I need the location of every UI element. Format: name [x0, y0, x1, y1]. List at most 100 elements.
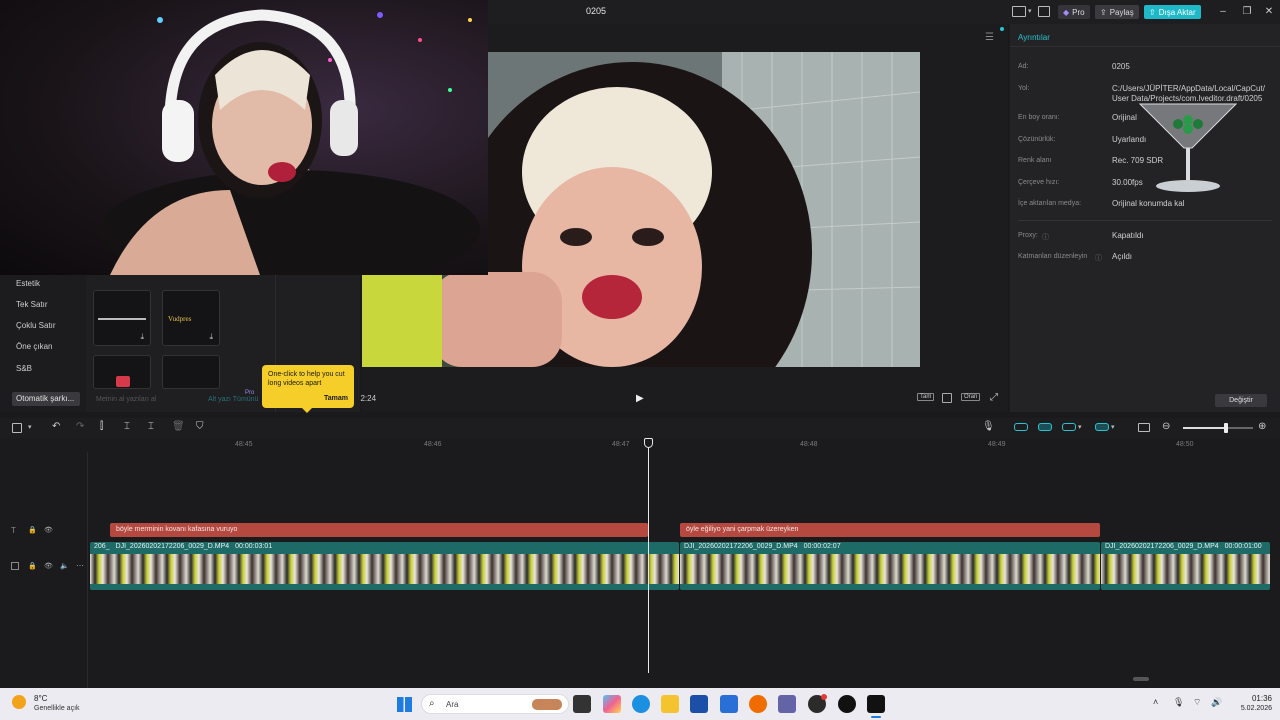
chevron-down-icon[interactable]: ▾: [28, 423, 32, 431]
detail-value-name: 0205: [1112, 62, 1130, 71]
layout-icon[interactable]: [1012, 6, 1026, 17]
eye-icon[interactable]: 👁: [44, 526, 53, 534]
zoom-slider-handle[interactable]: [1224, 423, 1228, 433]
category-auto-lyrics[interactable]: Otomatik şarkı...: [12, 392, 80, 406]
export-button[interactable]: ⇧ Dışa Aktar: [1144, 5, 1201, 19]
video-clip[interactable]: DJI_20260202172206_0029_D.MP4 00:00:02:0…: [680, 542, 1100, 590]
text-clip[interactable]: öyle eğiliyo yani çarpmak üzereyken: [680, 523, 1100, 537]
maximize-icon[interactable]: ❐: [1240, 5, 1254, 19]
detail-value-aspect: Orijinal: [1112, 113, 1137, 122]
clock-date[interactable]: 5.02.2026: [1228, 705, 1272, 712]
horizontal-scrollbar[interactable]: [1133, 677, 1149, 681]
category-single-line[interactable]: Tek Satır: [16, 300, 48, 309]
shield-icon[interactable]: ⛉: [196, 421, 204, 432]
lock-icon[interactable]: 🔒: [28, 526, 37, 534]
windows-start-icon[interactable]: [397, 697, 412, 712]
change-button[interactable]: Değiştir: [1215, 394, 1267, 407]
active-app-indicator: [871, 716, 881, 718]
taskbar-search[interactable]: ⌕ Ara: [421, 694, 569, 714]
category-featured[interactable]: Öne çıkan: [16, 342, 52, 351]
download-icon[interactable]: ⤓: [140, 332, 144, 342]
firefox-icon[interactable]: [749, 695, 767, 713]
chevron-down-icon[interactable]: ▾: [1111, 423, 1115, 431]
zoom-in-icon[interactable]: ⊕: [1258, 421, 1266, 432]
diamond-icon: ◆: [1063, 7, 1070, 17]
template-preview-badge: [116, 376, 130, 387]
play-icon[interactable]: ▶: [636, 393, 644, 404]
more-icon[interactable]: ⋯: [76, 561, 84, 570]
file-explorer-icon[interactable]: [661, 695, 679, 713]
video-thumbnails: [90, 554, 679, 584]
shortcut-icon[interactable]: [1038, 6, 1050, 17]
video-clip[interactable]: DJI_20260202172206_0029_D.MP4 00:00:01:0…: [1101, 542, 1270, 590]
full-quality-button[interactable]: Tam: [917, 393, 935, 401]
weather-icon[interactable]: [12, 695, 26, 709]
split-left-icon[interactable]: ⌶: [124, 421, 130, 432]
store-icon[interactable]: [690, 695, 708, 713]
crop-icon[interactable]: [942, 393, 952, 403]
magnet-icon[interactable]: [1038, 423, 1052, 431]
text-template-thumb[interactable]: [93, 355, 151, 389]
playhead[interactable]: [648, 438, 649, 673]
zoom-slider[interactable]: [1183, 423, 1253, 433]
edge-icon[interactable]: [632, 695, 650, 713]
text-track-icon: T: [11, 526, 16, 535]
tooltip-ok-button[interactable]: Tamam: [324, 394, 348, 403]
link-main-track-icon[interactable]: [1014, 423, 1028, 431]
ruler-tick: 48:46: [424, 441, 442, 448]
search-highlight-icon: [532, 699, 562, 710]
eye-icon[interactable]: 👁: [44, 562, 53, 570]
detail-value-import: Orijinal konumda kal: [1112, 199, 1185, 208]
category-multi-line[interactable]: Çoklu Satır: [16, 321, 56, 330]
outlook-icon[interactable]: [720, 695, 738, 713]
detail-value-layers: Açıldı: [1112, 252, 1133, 261]
library-bottom-link[interactable]: Alt yazı Tümünü: [208, 396, 258, 403]
player-menu-icon[interactable]: ☰: [985, 32, 994, 43]
text-template-thumb[interactable]: ⤓: [93, 290, 151, 346]
copilot-icon[interactable]: [603, 695, 621, 713]
detail-key-resolution: Çözünürlük:: [1018, 136, 1056, 143]
split-right-icon[interactable]: ⌶: [148, 421, 154, 432]
redo-icon[interactable]: ↷: [76, 421, 84, 432]
lock-icon[interactable]: 🔒: [28, 562, 37, 570]
delete-icon[interactable]: 🗑: [172, 421, 185, 432]
undo-icon[interactable]: ↶: [52, 421, 60, 432]
pro-button[interactable]: ◆ Pro: [1058, 5, 1090, 19]
ratio-button[interactable]: Oran: [961, 393, 981, 401]
microphone-icon[interactable]: 🎙: [982, 421, 995, 432]
capcut-icon[interactable]: [867, 695, 885, 713]
ruler-tick: 48:48: [800, 441, 818, 448]
volume-icon[interactable]: 🔊: [1211, 697, 1222, 708]
clock-time[interactable]: 01:36: [1242, 694, 1272, 703]
zoom-out-icon[interactable]: ⊖: [1162, 421, 1170, 432]
close-icon[interactable]: ✕: [1262, 5, 1276, 19]
chevron-down-icon[interactable]: ▾: [1028, 7, 1032, 15]
task-view-icon[interactable]: [573, 695, 591, 713]
text-template-thumb[interactable]: [162, 355, 220, 389]
playhead-handle[interactable]: [644, 438, 653, 448]
chevron-up-icon[interactable]: ˄: [1153, 697, 1158, 707]
caption-icon[interactable]: [1138, 423, 1150, 432]
split-icon[interactable]: ⫿: [100, 421, 103, 432]
media-player-icon[interactable]: [838, 695, 856, 713]
text-template-thumb[interactable]: Vudpres ⤓: [162, 290, 220, 346]
wifi-icon[interactable]: ⌔: [1193, 697, 1201, 708]
preview-axis-icon[interactable]: [1095, 423, 1109, 431]
download-icon[interactable]: ⤓: [209, 332, 213, 342]
timeline-toolbar: [0, 418, 1280, 438]
layout-menu-icon[interactable]: [12, 423, 22, 433]
weather-desc: Genellikle açık: [34, 705, 80, 712]
teams-icon[interactable]: [778, 695, 796, 713]
video-thumbnails: [1101, 554, 1270, 584]
speaker-icon[interactable]: 🔈: [60, 562, 69, 570]
linkage-icon[interactable]: [1062, 423, 1076, 431]
microphone-tray-icon[interactable]: 🎙: [1173, 697, 1184, 708]
video-clip[interactable]: 206_ DJI_20260202172206_0029_D.MP4 00:00…: [90, 542, 679, 590]
share-button[interactable]: ⇪ Paylaş: [1095, 5, 1139, 19]
category-estetik[interactable]: Estetik: [16, 279, 40, 288]
text-clip[interactable]: böyle merminin kovanı kafasına vuruyo: [110, 523, 648, 537]
category-sb[interactable]: S&B: [16, 364, 32, 373]
chevron-down-icon[interactable]: ▾: [1078, 423, 1082, 431]
minimize-icon[interactable]: –: [1216, 5, 1230, 19]
fullscreen-icon[interactable]: ⤢: [990, 392, 998, 403]
